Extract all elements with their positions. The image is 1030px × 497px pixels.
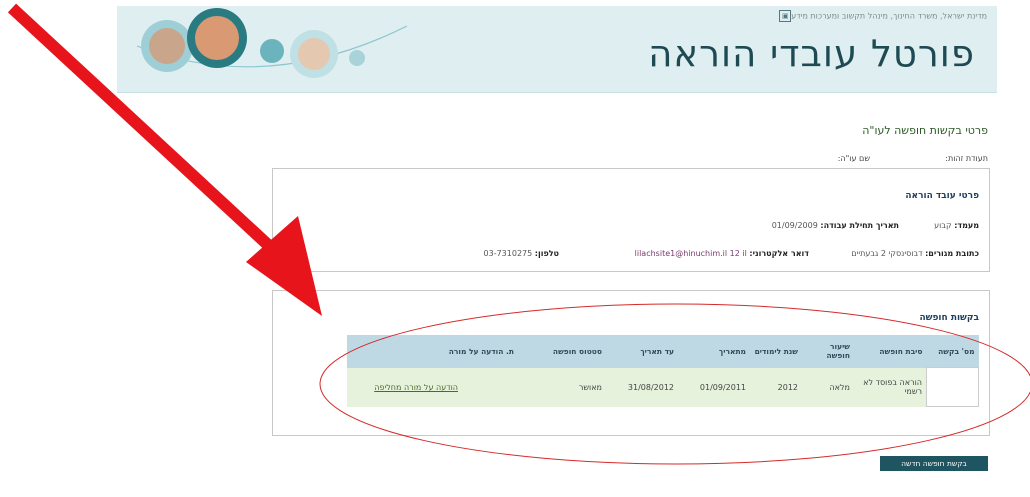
annotation-overlay <box>7 3 1030 465</box>
annotation-ellipse <box>319 303 1030 465</box>
annotation-arrow-shaft <box>7 3 285 261</box>
